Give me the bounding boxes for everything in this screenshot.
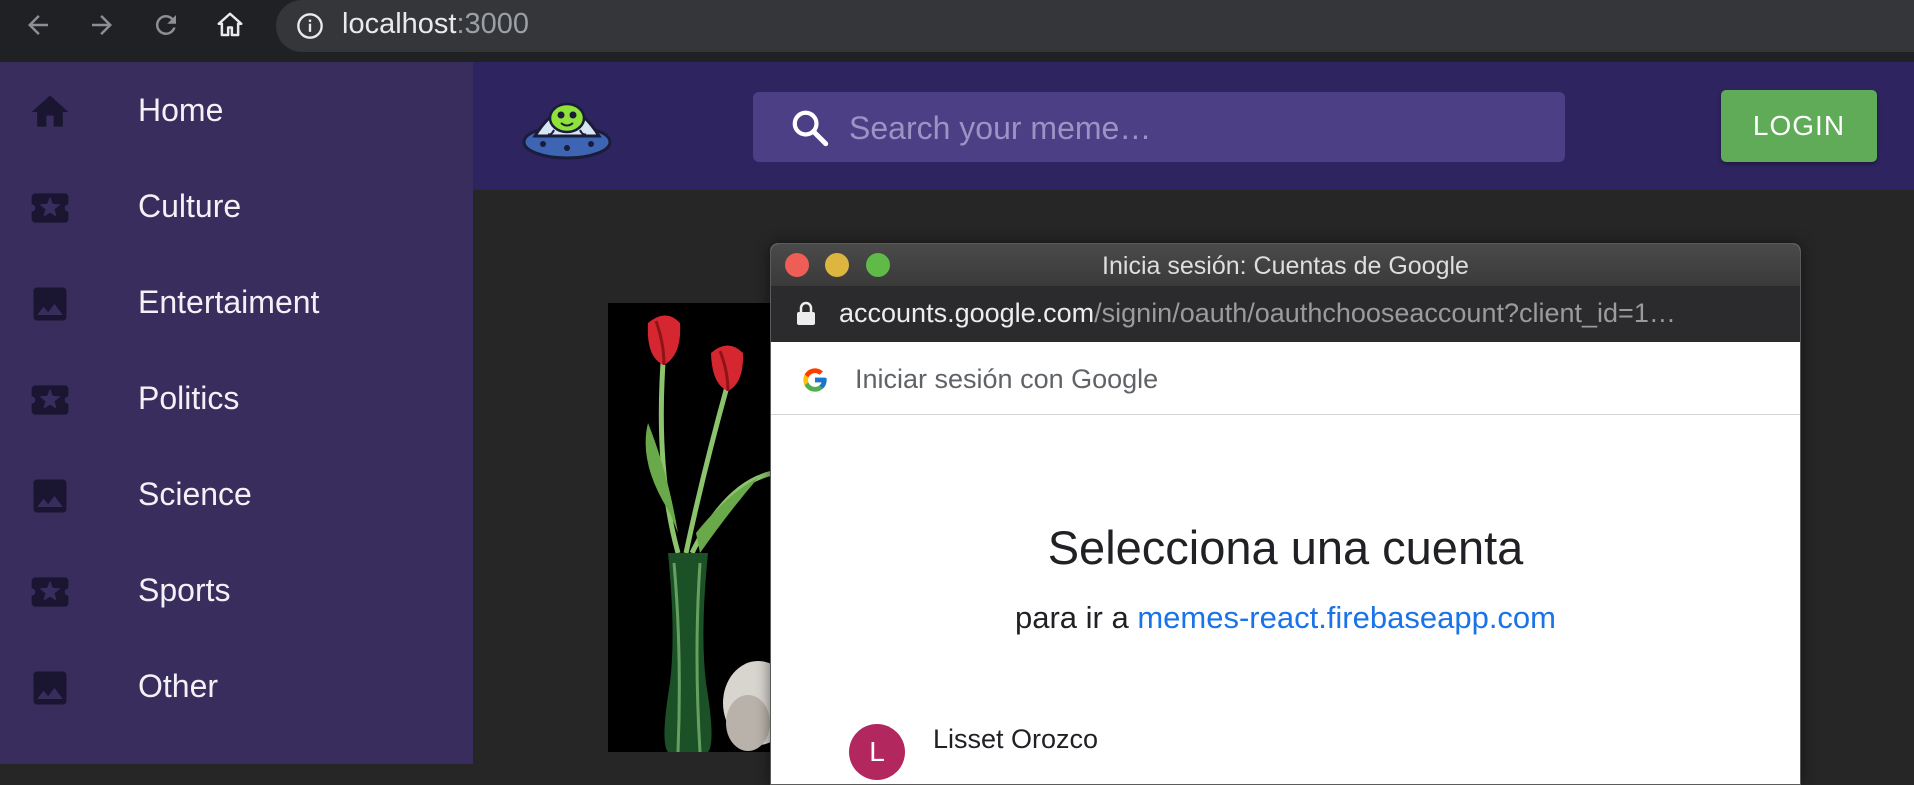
sidebar: Home Culture Entertaiment Politics Scien… xyxy=(0,62,473,764)
alien-ufo-logo-icon[interactable] xyxy=(521,84,613,166)
info-icon[interactable] xyxy=(296,12,324,40)
image-icon xyxy=(33,287,67,321)
sidebar-item-label: Culture xyxy=(138,188,242,224)
home-icon xyxy=(217,12,243,37)
sidebar-item-label: Other xyxy=(138,668,219,704)
login-button[interactable]: LOGIN xyxy=(1721,90,1877,162)
google-signin-popup: Inicia sesión: Cuentas de Google account… xyxy=(770,243,1801,785)
popup-url-domain: accounts.google.com xyxy=(839,298,1095,328)
popup-title-bar[interactable]: Inicia sesión: Cuentas de Google xyxy=(771,244,1800,286)
browser-toolbar: localhost:3000 xyxy=(0,0,1914,62)
home-icon xyxy=(31,95,69,127)
reload-icon xyxy=(155,14,176,35)
app-domain-link[interactable]: memes-react.firebaseapp.com xyxy=(1137,600,1556,635)
search-icon xyxy=(792,110,829,147)
forward-button[interactable] xyxy=(84,7,120,43)
sidebar-item-culture[interactable]: Culture xyxy=(0,160,473,256)
popup-window-title: Inicia sesión: Cuentas de Google xyxy=(1102,252,1469,280)
arrow-forward-icon xyxy=(92,15,112,35)
sidebar-item-label: Sports xyxy=(138,572,231,608)
choose-account-heading: Selecciona una cuenta xyxy=(1047,521,1524,574)
home-button[interactable] xyxy=(212,7,248,43)
lock-icon xyxy=(797,301,815,325)
arrow-back-icon xyxy=(28,15,48,35)
account-option[interactable]: L Lisset Orozco xyxy=(849,724,1749,784)
google-signin-label: Iniciar sesión con Google xyxy=(855,364,1159,394)
sidebar-item-other[interactable]: Other xyxy=(0,640,473,736)
sidebar-item-sports[interactable]: Sports xyxy=(0,544,473,640)
avatar: L xyxy=(849,724,905,780)
image-icon xyxy=(33,671,67,705)
subheading-prefix: para ir a xyxy=(1014,600,1138,635)
back-button[interactable] xyxy=(20,7,56,43)
address-bar[interactable]: localhost:3000 xyxy=(276,0,1914,52)
sidebar-item-politics[interactable]: Politics xyxy=(0,352,473,448)
ticket-icon xyxy=(31,577,69,607)
choose-account-subheading: para ir a memes-react.firebaseapp.com xyxy=(771,600,1800,636)
ticket-icon xyxy=(31,385,69,415)
popup-url-bar: accounts.google.com/signin/oauth/oauthch… xyxy=(771,286,1800,342)
url-text[interactable]: localhost:3000 xyxy=(342,8,529,41)
sidebar-item-home[interactable]: Home xyxy=(0,64,473,160)
google-signin-bar: Iniciar sesión con Google xyxy=(771,342,1800,415)
url-host: localhost xyxy=(342,8,457,40)
image-icon xyxy=(33,479,67,513)
meme-image[interactable] xyxy=(608,303,773,752)
app-header: LOGIN xyxy=(473,62,1914,190)
sidebar-item-label: Politics xyxy=(138,380,240,416)
popup-url-text: accounts.google.com/signin/oauth/oauthch… xyxy=(839,298,1676,329)
search-bar[interactable] xyxy=(753,92,1565,162)
google-logo-icon xyxy=(803,368,827,392)
sidebar-item-science[interactable]: Science xyxy=(0,448,473,544)
search-input[interactable] xyxy=(847,102,1541,154)
ticket-icon xyxy=(31,193,69,223)
sidebar-item-label: Science xyxy=(138,476,252,512)
tulips-in-vase-picture xyxy=(608,303,773,752)
sidebar-item-label: Entertaiment xyxy=(138,284,320,320)
reload-button[interactable] xyxy=(148,7,184,43)
sidebar-item-label: Home xyxy=(138,92,224,128)
popup-url-path: /signin/oauth/oauthchooseaccount?client_… xyxy=(1094,298,1676,328)
sidebar-item-entertaiment[interactable]: Entertaiment xyxy=(0,256,473,352)
url-port: :3000 xyxy=(456,8,530,40)
account-name: Lisset Orozco xyxy=(933,724,1099,754)
